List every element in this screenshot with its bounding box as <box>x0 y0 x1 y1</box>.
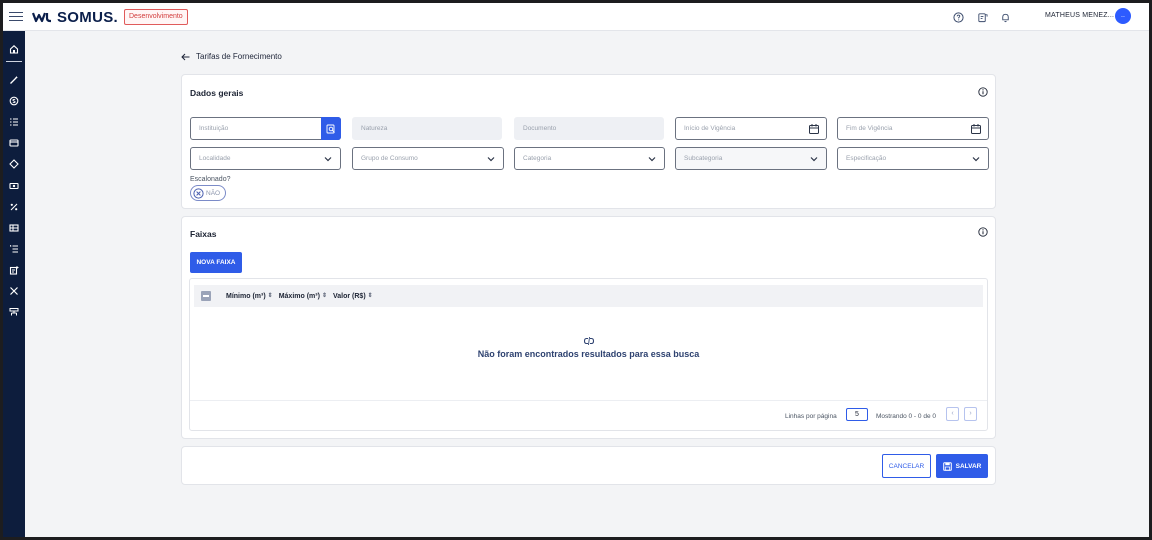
escalonado-toggle[interactable]: NÃO <box>190 185 226 201</box>
fim-vigencia-placeholder: Fim de Vigência <box>846 125 893 132</box>
help-icon[interactable] <box>951 10 965 24</box>
top-bar: SOMUS. Desenvolvimento MATHEUS MENEZ... … <box>3 3 1149 31</box>
column-minimo[interactable]: Mínimo (m³) ⇕ <box>226 293 273 300</box>
info-icon[interactable] <box>978 87 988 97</box>
instituicao-field[interactable]: Instituição <box>190 117 341 140</box>
categoria-select[interactable]: Categoria <box>514 147 665 170</box>
close-circle-icon <box>193 187 204 199</box>
sort-icon[interactable]: ⇕ <box>368 293 373 299</box>
user-name[interactable]: MATHEUS MENEZ... <box>1045 12 1114 19</box>
environment-badge: Desenvolvimento <box>124 9 188 25</box>
clipboard-icon[interactable] <box>975 10 989 24</box>
especificacao-placeholder: Especificação <box>846 155 887 162</box>
cancel-button[interactable]: CANCELAR <box>882 454 931 478</box>
sort-icon[interactable]: ⇕ <box>322 293 327 299</box>
column-maximo[interactable]: Máximo (m³) ⇕ <box>279 293 327 300</box>
column-minimo-label: Mínimo (m³) <box>226 292 266 300</box>
calendar-icon[interactable] <box>808 123 820 135</box>
logo: SOMUS. <box>32 8 118 26</box>
receipt-icon[interactable] <box>6 262 22 278</box>
column-valor-label: Valor (R$) <box>332 292 366 300</box>
app-window: SOMUS. Desenvolvimento MATHEUS MENEZ... … <box>3 3 1149 537</box>
back-arrow-icon[interactable] <box>181 53 190 61</box>
showing-range: Mostrando 0 - 0 de 0 <box>876 413 936 420</box>
chevron-down-icon <box>972 157 980 162</box>
select-all-checkbox[interactable] <box>201 291 211 301</box>
nova-faixa-button[interactable]: NOVA FAIXA <box>190 252 242 273</box>
avatar[interactable]: .. <box>1115 8 1131 24</box>
faixas-card: Faixas NOVA FAIXA Mínimo (m³) ⇕ Máximo (… <box>181 216 996 439</box>
ordered-list-icon[interactable] <box>6 241 22 257</box>
logo-mark-icon <box>32 12 51 23</box>
search-icon <box>326 124 335 133</box>
faixas-title: Faixas <box>190 229 217 239</box>
nova-faixa-label: NOVA FAIXA <box>196 259 236 266</box>
dados-gerais-card: Dados gerais Instituição Natureza Docume… <box>181 74 996 209</box>
natureza-field: Natureza <box>352 117 502 140</box>
broken-link-icon <box>583 336 595 346</box>
rows-per-page-label: Linhas por página <box>785 413 837 420</box>
magic-wand-icon[interactable] <box>6 72 22 88</box>
categoria-placeholder: Categoria <box>523 155 552 162</box>
subcategoria-placeholder: Subcategoria <box>684 155 723 162</box>
chevron-down-icon <box>487 157 495 162</box>
calendar-icon[interactable] <box>970 123 982 135</box>
sidebar-divider <box>6 61 22 62</box>
localidade-placeholder: Localidade <box>199 155 231 162</box>
inicio-vigencia-field[interactable]: Início de Vigência <box>675 117 827 140</box>
inicio-vigencia-placeholder: Início de Vigência <box>684 125 736 132</box>
chevron-down-icon <box>324 157 332 162</box>
search-button[interactable] <box>321 117 341 140</box>
save-button[interactable]: SALVAR <box>936 454 988 478</box>
chevron-down-icon <box>810 157 818 162</box>
subcategoria-select[interactable]: Subcategoria <box>675 147 827 170</box>
home-icon[interactable] <box>6 41 22 57</box>
credit-card-icon[interactable] <box>6 135 22 151</box>
especificacao-select[interactable]: Especificação <box>837 147 989 170</box>
escalonado-label: Escalonado? <box>190 176 231 183</box>
documento-placeholder: Documento <box>523 125 557 132</box>
tools-icon[interactable] <box>6 283 22 299</box>
bell-icon[interactable] <box>998 10 1012 24</box>
breadcrumb: Tarifas de Fornecimento <box>181 52 282 61</box>
percent-icon[interactable] <box>6 199 22 215</box>
rows-per-page-select[interactable]: 5 <box>846 408 868 421</box>
table-pagination: Linhas por página 5 Mostrando 0 - 0 de 0… <box>190 400 987 431</box>
instituicao-placeholder: Instituição <box>199 125 229 132</box>
dados-gerais-title: Dados gerais <box>190 88 244 98</box>
empty-results-message: Não foram encontrados resultados para es… <box>477 349 700 359</box>
menu-icon[interactable] <box>9 9 23 23</box>
network-icon[interactable] <box>6 304 22 320</box>
chevron-down-icon <box>648 157 656 162</box>
cash-icon[interactable] <box>6 178 22 194</box>
next-page-button[interactable]: › <box>964 407 977 421</box>
page-title: Tarifas de Fornecimento <box>196 52 282 61</box>
cancel-label: CANCELAR <box>888 462 925 470</box>
table-header: Mínimo (m³) ⇕ Máximo (m³) ⇕ Valor (R$) ⇕ <box>194 285 983 307</box>
natureza-placeholder: Natureza <box>361 125 388 132</box>
documento-field: Documento <box>514 117 664 140</box>
logo-text: SOMUS. <box>57 8 118 26</box>
column-maximo-label: Máximo (m³) <box>278 292 320 300</box>
save-icon <box>942 461 952 471</box>
localidade-select[interactable]: Localidade <box>190 147 341 170</box>
save-label: SALVAR <box>955 462 982 470</box>
prev-page-button[interactable]: ‹ <box>946 407 959 421</box>
dollar-cycle-icon[interactable] <box>6 93 22 109</box>
column-valor[interactable]: Valor (R$) ⇕ <box>333 293 373 300</box>
sort-icon[interactable]: ⇕ <box>268 293 273 299</box>
escalonado-value: NÃO <box>206 189 221 197</box>
actions-card: CANCELAR SALVAR <box>181 446 996 485</box>
table-icon[interactable] <box>6 220 22 236</box>
faixas-table: Mínimo (m³) ⇕ Máximo (m³) ⇕ Valor (R$) ⇕… <box>189 278 988 431</box>
list-icon[interactable] <box>6 114 22 130</box>
fim-vigencia-field[interactable]: Fim de Vigência <box>837 117 989 140</box>
info-icon[interactable] <box>978 227 988 237</box>
grupo-consumo-select[interactable]: Grupo de Consumo <box>352 147 504 170</box>
grupo-consumo-placeholder: Grupo de Consumo <box>361 155 418 162</box>
sidebar <box>3 31 25 537</box>
diamond-icon[interactable] <box>6 156 22 172</box>
